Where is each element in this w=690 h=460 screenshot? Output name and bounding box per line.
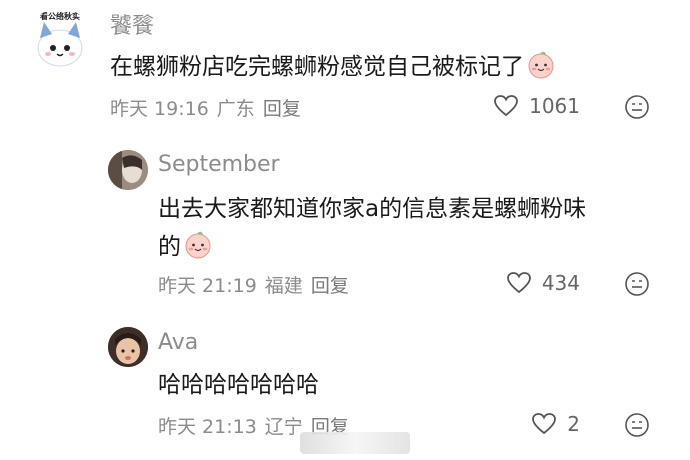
comment-text: 哈哈哈哈哈哈哈: [158, 366, 319, 404]
avatar-image: [108, 327, 148, 367]
emoji-face-icon: [625, 413, 649, 437]
like-count: 2: [567, 412, 580, 436]
comment-thread: 看公络秋实 饕餮 在螺狮粉店吃完螺蛳粉感觉自己被标记了 昨天 19:16 广东 回复: [0, 0, 690, 460]
timestamp: 昨天 21:13: [158, 416, 257, 438]
emoji-reaction-button[interactable]: [624, 412, 650, 438]
blurred-overlay: [300, 432, 410, 454]
comment-item: Ava 哈哈哈哈哈哈哈 昨天 21:13 辽宁 回复 2: [0, 0, 690, 460]
comment-text-content: 哈哈哈哈哈哈哈: [158, 372, 319, 398]
avatar[interactable]: [108, 327, 148, 367]
heart-icon: [531, 412, 557, 436]
username[interactable]: Ava: [158, 330, 198, 355]
like-button[interactable]: 2: [531, 412, 580, 436]
location: 辽宁: [264, 416, 303, 438]
